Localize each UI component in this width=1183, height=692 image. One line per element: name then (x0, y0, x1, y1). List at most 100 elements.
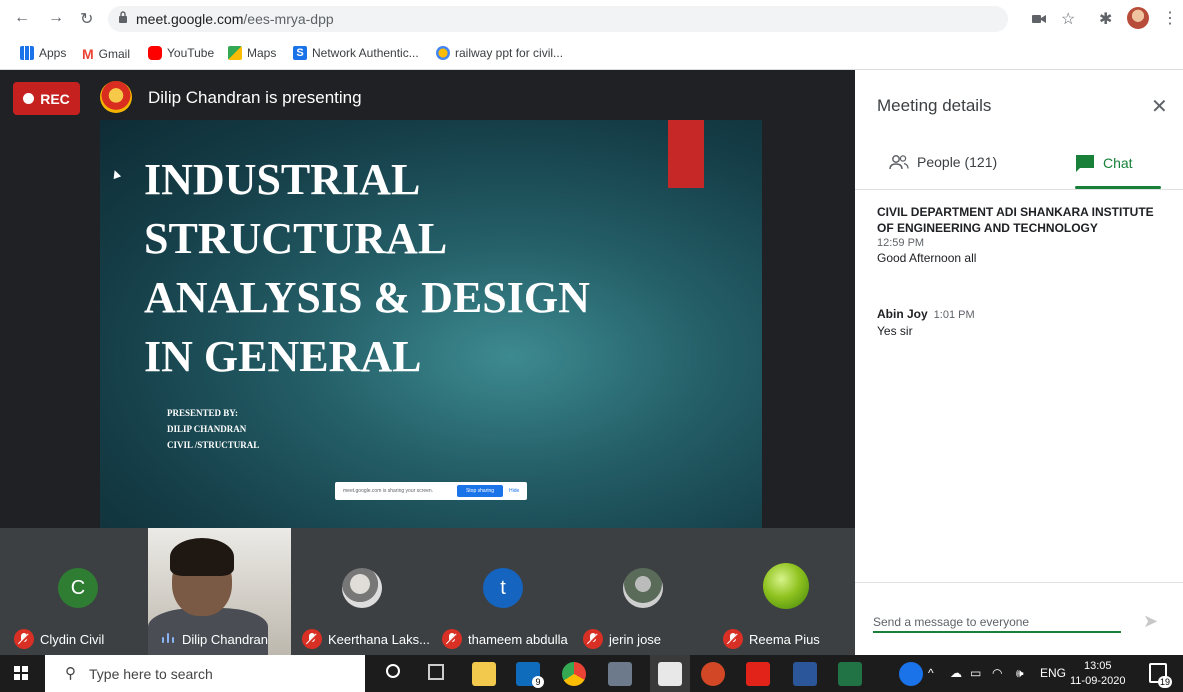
maps-icon (228, 46, 242, 60)
participant-avatar[interactable] (763, 563, 809, 609)
slide-footer-line: PRESENTED BY: (167, 408, 238, 418)
presenting-label: Dilip Chandran is presenting (148, 88, 362, 107)
presenter-hair (170, 538, 234, 576)
mouse-pointer-icon (110, 168, 122, 180)
chat-message: Abin Joy 1:01 PM Yes sir (877, 306, 975, 339)
excel-icon[interactable] (838, 662, 862, 686)
slide-title-line: STRUCTURAL (144, 214, 448, 263)
screen-share-bar: meet.google.com is sharing your screen. … (335, 482, 527, 500)
slide-footer-line: DILIP CHANDRAN (167, 424, 247, 434)
message-time: 12:59 PM (877, 237, 925, 249)
hide-share-bar-button[interactable]: Hide (509, 488, 519, 494)
presenter-avatar (100, 81, 132, 113)
file-explorer-icon[interactable] (472, 662, 496, 686)
slide-title-line: INDUSTRIAL (144, 155, 421, 204)
paint-icon[interactable] (608, 662, 632, 686)
participant-strip: C t Clydin Civil Dilip Chandran Keerthan… (0, 528, 855, 655)
word-icon[interactable] (793, 662, 817, 686)
gmail-icon: M (82, 46, 94, 62)
chrome-icon[interactable] (562, 662, 586, 686)
participant-label: Dilip Chandran (160, 630, 268, 648)
participant-avatar[interactable] (342, 568, 382, 608)
share-status-text: meet.google.com is sharing your screen. (343, 488, 434, 494)
slide-footer: PRESENTED BY: DILIP CHANDRAN CIVIL /STRU… (167, 405, 259, 453)
taskbar-clock[interactable]: 13:05 11-09-2020 (1070, 659, 1125, 689)
lock-icon (119, 11, 127, 23)
mic-muted-icon (302, 629, 322, 649)
meeting-stage: REC Dilip Chandran is presenting INDUSTR… (0, 70, 855, 655)
url-field[interactable]: meet.google.com/ees-mrya-dpp (108, 6, 1008, 32)
message-text: Good Afternoon all (877, 251, 977, 265)
speaking-indicator-icon (160, 631, 176, 647)
participant-avatar[interactable] (623, 568, 663, 608)
star-icon[interactable]: ☆ (1061, 9, 1075, 29)
railway-icon (436, 46, 450, 60)
mic-muted-icon (442, 629, 462, 649)
search-icon: ⚲ (65, 665, 76, 682)
stop-sharing-button[interactable]: Stop sharing (457, 485, 503, 497)
taskbar-search-placeholder: Type here to search (89, 666, 213, 682)
participant-label: jerin jose (583, 629, 661, 649)
bookmarks-bar: Apps M Gmail YouTube Maps S Network Authen… (0, 38, 1183, 70)
slide-title-line: IN GENERAL (144, 332, 422, 381)
mail-badge: 9 (532, 676, 544, 688)
camera-icon[interactable] (1032, 13, 1046, 25)
bookmark-maps[interactable]: Maps (228, 46, 276, 60)
acrobat-icon[interactable] (746, 662, 770, 686)
participant-avatar[interactable]: C (58, 568, 98, 608)
participant-label: Clydin Civil (14, 629, 104, 649)
task-view-icon[interactable] (428, 664, 444, 680)
close-icon[interactable]: ✕ (1151, 94, 1168, 119)
url-text: meet.google.com/ees-mrya-dpp (136, 11, 334, 27)
clock-time: 13:05 (1083, 660, 1112, 672)
meeting-details-panel: Meeting details ✕ People (121) Chat CIVI… (855, 70, 1183, 655)
send-icon[interactable]: ➤ (1143, 611, 1158, 632)
powerpoint-icon[interactable] (701, 662, 725, 686)
windows-start-icon[interactable] (14, 666, 28, 680)
presentation-slide: INDUSTRIAL STRUCTURAL ANALYSIS & DESIGN … (100, 120, 762, 528)
recording-badge: REC (13, 82, 80, 115)
network-auth-icon: S (293, 46, 307, 60)
notification-count: 19 (1158, 676, 1172, 688)
message-text: Yes sir (877, 324, 913, 338)
bookmark-apps[interactable]: Apps (20, 46, 66, 60)
slide-footer-line: CIVIL /STRUCTURAL (167, 440, 260, 450)
tab-people[interactable]: People (121) (889, 154, 997, 170)
back-icon[interactable]: ← (14, 9, 30, 27)
participant-label: Reema Pius (723, 629, 820, 649)
slide-title: INDUSTRIAL STRUCTURAL ANALYSIS & DESIGN … (144, 150, 590, 386)
wifi-icon[interactable]: ◠ (992, 666, 1002, 680)
clock-date: 11-09-2020 (1070, 675, 1126, 687)
help-icon[interactable] (899, 662, 923, 686)
participant-avatar[interactable]: t (483, 568, 523, 608)
onedrive-icon[interactable]: ☁ (950, 666, 962, 680)
bookmark-network-auth[interactable]: S Network Authentic... (293, 46, 419, 60)
tab-divider (855, 189, 1183, 190)
tab-chat[interactable]: Chat (1075, 154, 1133, 172)
panel-title: Meeting details (877, 96, 992, 115)
menu-dots-icon[interactable]: ⋮ (1162, 8, 1178, 28)
bookmark-gmail[interactable]: M Gmail (82, 46, 130, 62)
message-time: 1:01 PM (933, 309, 975, 321)
file-icon (658, 662, 682, 686)
reload-icon[interactable]: ↻ (80, 9, 93, 29)
cortana-icon[interactable] (386, 664, 400, 678)
battery-icon[interactable]: ▭ (970, 666, 981, 680)
forward-icon[interactable]: → (48, 9, 64, 27)
language-indicator[interactable]: ENG (1040, 666, 1066, 680)
chevron-up-icon[interactable]: ^ (928, 666, 934, 680)
extensions-icon[interactable]: ✱ (1099, 9, 1112, 29)
profile-avatar[interactable] (1127, 7, 1149, 29)
mic-muted-icon (583, 629, 603, 649)
chat-icon (1076, 155, 1094, 172)
bookmark-railway[interactable]: railway ppt for civil... (436, 46, 563, 60)
taskbar-search[interactable]: ⚲ Type here to search (45, 655, 365, 692)
chat-message-input[interactable] (873, 613, 1121, 633)
apps-grid-icon (20, 46, 34, 60)
windows-taskbar: ⚲ Type here to search 9 ^ ☁ ▭ ◠ 🕪 ENG 13… (0, 655, 1183, 692)
record-dot-icon (23, 93, 35, 104)
volume-icon[interactable]: 🕪 (1016, 666, 1024, 681)
slide-title-line: ANALYSIS & DESIGN (144, 273, 590, 322)
address-bar: ← → ↻ meet.google.com/ees-mrya-dpp ☆ ✱ ⋮ (0, 0, 1183, 38)
bookmark-youtube[interactable]: YouTube (148, 46, 214, 60)
